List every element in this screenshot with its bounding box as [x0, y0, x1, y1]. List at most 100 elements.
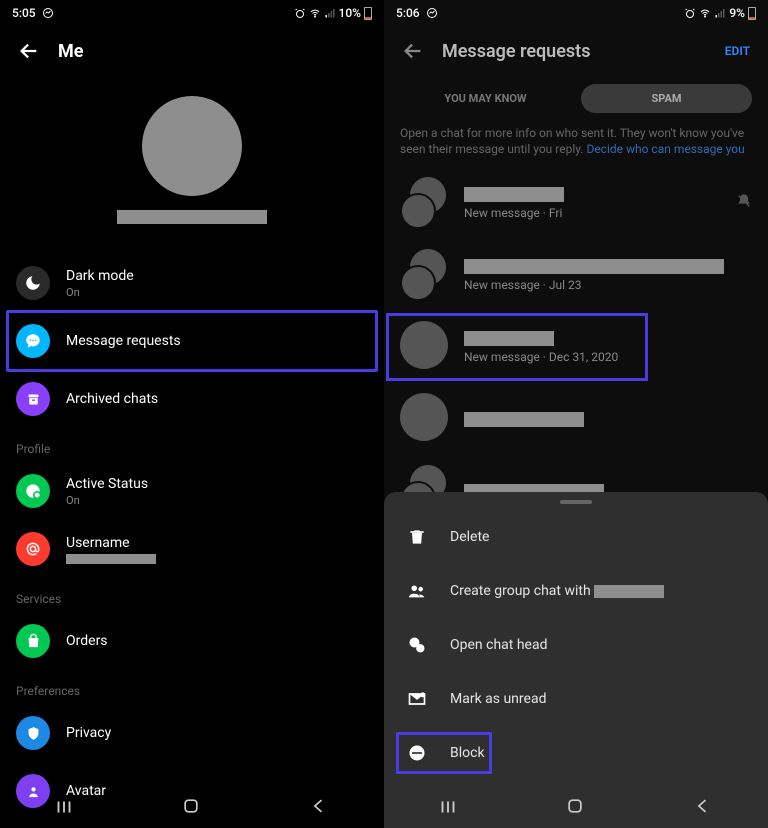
active-status-label: Active Status [66, 476, 148, 492]
request-avatar [400, 177, 452, 229]
archived-chats-label: Archived chats [66, 391, 158, 407]
left-screenshot: 5:05 10% Me Dark mode [0, 0, 384, 828]
page-header: Me [0, 26, 384, 76]
at-icon [16, 532, 50, 566]
wifi-icon [309, 7, 321, 19]
username-label: Username [66, 535, 156, 551]
alarm-icon [684, 7, 696, 19]
battery-icon [748, 7, 756, 20]
android-nav-bar [0, 786, 384, 828]
back-nav-icon[interactable] [309, 796, 331, 818]
request-avatar [400, 393, 452, 445]
username-redacted [66, 554, 156, 564]
shopping-bag-icon [16, 624, 50, 658]
request-avatar [400, 321, 452, 373]
battery-pct: 9% [729, 6, 745, 20]
profile-name-redacted [117, 210, 267, 224]
request-name-redacted [464, 259, 724, 274]
trash-icon [404, 524, 430, 550]
group-icon [404, 578, 430, 604]
active-status-icon [16, 474, 50, 508]
request-row[interactable]: New message · Jul 23 [384, 239, 768, 311]
group-name-redacted [594, 585, 664, 598]
dark-mode-sub: On [66, 286, 134, 299]
chat-bubble-icon [16, 324, 50, 358]
wifi-icon [699, 7, 711, 19]
recents-icon[interactable] [53, 796, 75, 818]
tab-spam[interactable]: SPAM [581, 84, 752, 113]
request-name-redacted [464, 412, 584, 427]
info-text: Open a chat for more info on who sent it… [384, 121, 768, 167]
request-text: New message · Dec 31, 2020 [464, 331, 752, 364]
profile-avatar[interactable] [142, 96, 242, 196]
message-requests-row[interactable]: Message requests [0, 312, 384, 370]
request-row[interactable]: New message · Fri [384, 167, 768, 239]
sheet-handle[interactable] [560, 500, 592, 504]
edit-button[interactable]: EDIT [725, 44, 750, 58]
home-icon[interactable] [565, 796, 587, 818]
sheet-open-chat-head[interactable]: Open chat head [384, 618, 768, 672]
privacy-row[interactable]: Privacy [0, 704, 384, 762]
message-requests-label: Message requests [66, 333, 181, 349]
envelope-icon [404, 686, 430, 712]
status-bar: 5:06 9% [384, 0, 768, 26]
signal-icon [324, 7, 336, 19]
moon-icon [16, 266, 50, 300]
request-subtext: New message · Fri [464, 206, 724, 220]
username-row[interactable]: Username [0, 520, 384, 578]
active-status-sub: On [66, 494, 148, 507]
messenger-icon [426, 7, 438, 19]
page-title: Me [58, 41, 83, 62]
privacy-label: Privacy [66, 725, 111, 741]
highlight-box [6, 310, 378, 372]
dark-mode-row[interactable]: Dark mode On [0, 254, 384, 312]
alarm-icon [294, 7, 306, 19]
request-text: New message · Fri [464, 187, 724, 220]
section-preferences: Preferences [0, 670, 384, 704]
sheet-mark-unread[interactable]: Mark as unread [384, 672, 768, 726]
android-nav-bar [384, 786, 768, 828]
request-subtext: New message · Jul 23 [464, 278, 752, 292]
info-link[interactable]: Decide who can message you [586, 142, 744, 156]
active-status-row[interactable]: Active Status On [0, 462, 384, 520]
archive-icon [16, 382, 50, 416]
battery-pct: 10% [339, 6, 361, 20]
status-time: 5:06 [396, 6, 420, 20]
request-row[interactable]: New message · Dec 31, 2020 [384, 311, 768, 383]
request-row[interactable] [384, 383, 768, 455]
right-screenshot: 5:06 9% Message requests EDIT YOU MAY KN… [384, 0, 768, 828]
profile-area [0, 76, 384, 254]
sheet-group-label: Create group chat with [450, 583, 664, 599]
action-sheet: Delete Create group chat with Open chat … [384, 492, 768, 828]
sheet-create-group[interactable]: Create group chat with [384, 564, 768, 618]
request-subtext: New message · Dec 31, 2020 [464, 350, 752, 364]
status-bar: 5:05 10% [0, 0, 384, 26]
signal-icon [714, 7, 726, 19]
back-icon[interactable] [18, 40, 40, 62]
mute-icon [736, 193, 752, 213]
recents-icon[interactable] [437, 796, 459, 818]
section-profile: Profile [0, 428, 384, 462]
home-icon[interactable] [181, 796, 203, 818]
request-text: New message · Jul 23 [464, 259, 752, 292]
section-services: Services [0, 578, 384, 612]
back-nav-icon[interactable] [693, 796, 715, 818]
messenger-icon [42, 7, 54, 19]
archived-chats-row[interactable]: Archived chats [0, 370, 384, 428]
request-name-redacted [464, 187, 564, 202]
page-title: Message requests [442, 41, 590, 62]
sheet-delete[interactable]: Delete [384, 510, 768, 564]
sheet-block[interactable]: Block [384, 726, 768, 780]
orders-row[interactable]: Orders [0, 612, 384, 670]
block-icon [404, 740, 430, 766]
orders-label: Orders [66, 633, 108, 649]
shield-icon [16, 716, 50, 750]
tabs: YOU MAY KNOW SPAM [384, 76, 768, 121]
sheet-block-label: Block [450, 745, 485, 761]
tab-you-may-know[interactable]: YOU MAY KNOW [400, 84, 571, 113]
request-avatar [400, 249, 452, 301]
back-icon[interactable] [402, 40, 424, 62]
status-time: 5:05 [12, 6, 36, 20]
battery-icon [364, 7, 372, 20]
sheet-delete-label: Delete [450, 529, 489, 545]
